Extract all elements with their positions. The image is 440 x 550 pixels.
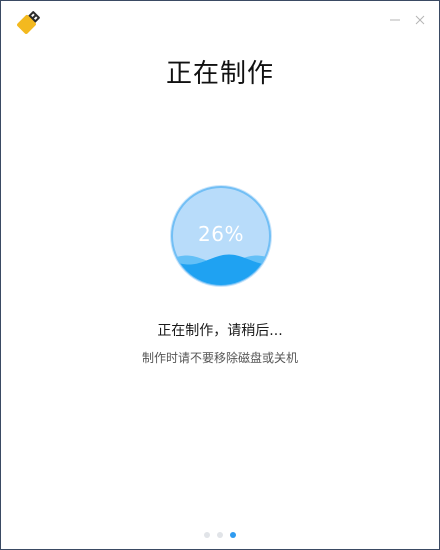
page-dot[interactable] <box>217 532 223 538</box>
title-bar[interactable] <box>1 1 439 41</box>
page-dot[interactable] <box>204 532 210 538</box>
hint-text: 制作时请不要移除磁盘或关机 <box>141 351 298 365</box>
progress-circle: 26% <box>169 184 273 288</box>
page-title: 正在制作 <box>165 59 274 89</box>
progress-percent: 26% <box>198 222 244 246</box>
usb-drive-icon <box>17 11 40 34</box>
page-dot[interactable] <box>230 532 236 538</box>
app-window: 正在制作 26% 正在制作，请稍后... 制作时请不要移除磁盘或关机 <box>0 0 440 550</box>
close-icon[interactable] <box>413 13 427 27</box>
page-indicator <box>1 532 439 538</box>
minimize-icon[interactable] <box>388 13 402 27</box>
status-text: 正在制作，请稍后... <box>157 323 283 339</box>
